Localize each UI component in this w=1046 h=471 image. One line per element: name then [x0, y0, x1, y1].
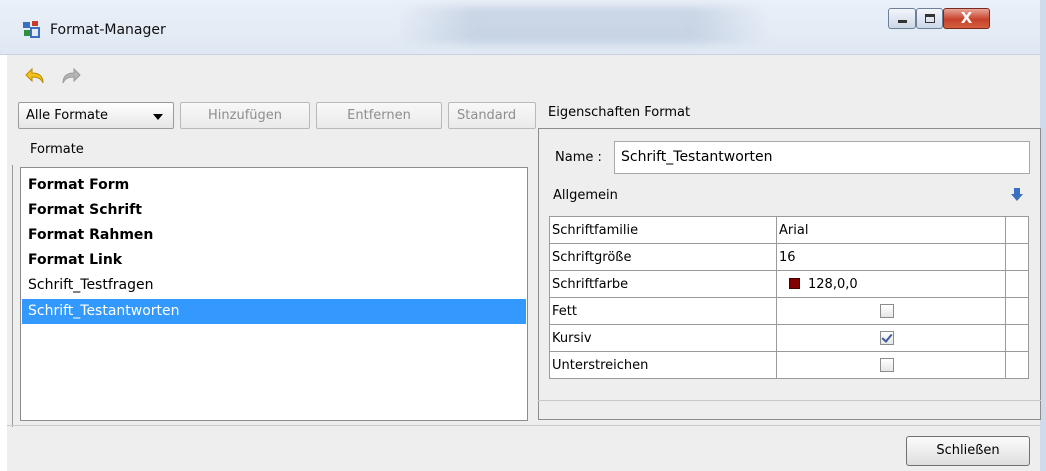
app-icon: [23, 21, 40, 38]
property-key: Unterstreichen: [549, 351, 777, 379]
property-key: Kursiv: [549, 324, 777, 352]
font-color-value: 128,0,0: [808, 276, 858, 292]
property-key: Fett: [549, 297, 777, 325]
table-row: Unterstreichen: [549, 351, 1029, 379]
property-extra: [1005, 297, 1029, 325]
bold-cell: [776, 297, 1006, 325]
chevron-down-icon: [153, 114, 163, 120]
list-item[interactable]: Format Form: [22, 173, 526, 198]
formats-list[interactable]: Format Form Format Schrift Format Rahmen…: [20, 167, 528, 421]
list-item-selected[interactable]: Schrift_Testantworten: [22, 299, 526, 324]
property-extra: [1005, 270, 1029, 298]
title-bar: Format-Manager X: [0, 0, 1046, 55]
format-filter-dropdown[interactable]: Alle Formate: [18, 102, 174, 129]
window-title: Format-Manager: [50, 22, 166, 38]
close-button[interactable]: Schließen: [906, 436, 1030, 466]
table-row: Fett: [549, 297, 1029, 325]
maximize-button[interactable]: [916, 8, 943, 29]
property-extra: [1005, 216, 1029, 244]
property-value[interactable]: Arial: [776, 216, 1006, 244]
color-swatch: [789, 277, 800, 289]
property-value[interactable]: 16: [776, 243, 1006, 271]
window-frame-left: [0, 55, 7, 471]
table-row: Schriftfamilie Arial: [549, 216, 1029, 244]
table-row: Schriftfarbe 128,0,0: [549, 270, 1029, 298]
format-filter-value: Alle Formate: [26, 108, 109, 123]
properties-table: Schriftfamilie Arial Schriftgröße 16 Sch…: [549, 216, 1029, 379]
underline-checkbox[interactable]: [880, 358, 894, 372]
property-key: Schriftfarbe: [549, 270, 777, 298]
remove-button[interactable]: Entfernen: [316, 102, 442, 129]
default-button[interactable]: Standard: [448, 102, 536, 129]
undo-arrow-icon[interactable]: [24, 65, 46, 87]
list-item[interactable]: Format Schrift: [22, 198, 526, 223]
formats-header: Formate: [30, 142, 84, 157]
name-label: Name :: [555, 150, 602, 165]
redo-arrow-icon[interactable]: [60, 65, 82, 87]
list-item[interactable]: Format Link: [22, 248, 526, 273]
minimize-icon: [898, 20, 907, 23]
table-row: Kursiv: [549, 324, 1029, 352]
property-key: Schriftfamilie: [549, 216, 777, 244]
table-row: Schriftgröße 16: [549, 243, 1029, 271]
add-button[interactable]: Hinzufügen: [180, 102, 310, 129]
bold-checkbox[interactable]: [880, 304, 894, 318]
italic-cell: [776, 324, 1006, 352]
properties-panel-footer: [538, 400, 1041, 420]
background-window-blur: [398, 6, 768, 44]
panel-border-left: [12, 165, 13, 427]
property-extra: [1005, 351, 1029, 379]
property-key: Schriftgröße: [549, 243, 777, 271]
minimize-button[interactable]: [888, 8, 916, 29]
name-input[interactable]: Schrift_Testantworten: [614, 141, 1030, 174]
close-icon: X: [960, 9, 973, 27]
font-color-cell[interactable]: 128,0,0: [776, 270, 1006, 298]
list-item[interactable]: Format Rahmen: [22, 223, 526, 248]
close-window-button[interactable]: X: [943, 8, 990, 29]
italic-checkbox[interactable]: [880, 331, 894, 345]
property-extra: [1005, 243, 1029, 271]
properties-title: Eigenschaften Format: [548, 105, 691, 120]
arrow-down-icon[interactable]: [1011, 188, 1023, 202]
property-extra: [1005, 324, 1029, 352]
footer-divider: [7, 425, 1040, 426]
underline-cell: [776, 351, 1006, 379]
maximize-icon: [925, 14, 935, 23]
section-general-label: Allgemein: [553, 188, 618, 203]
list-item[interactable]: Schrift_Testfragen: [22, 273, 526, 298]
